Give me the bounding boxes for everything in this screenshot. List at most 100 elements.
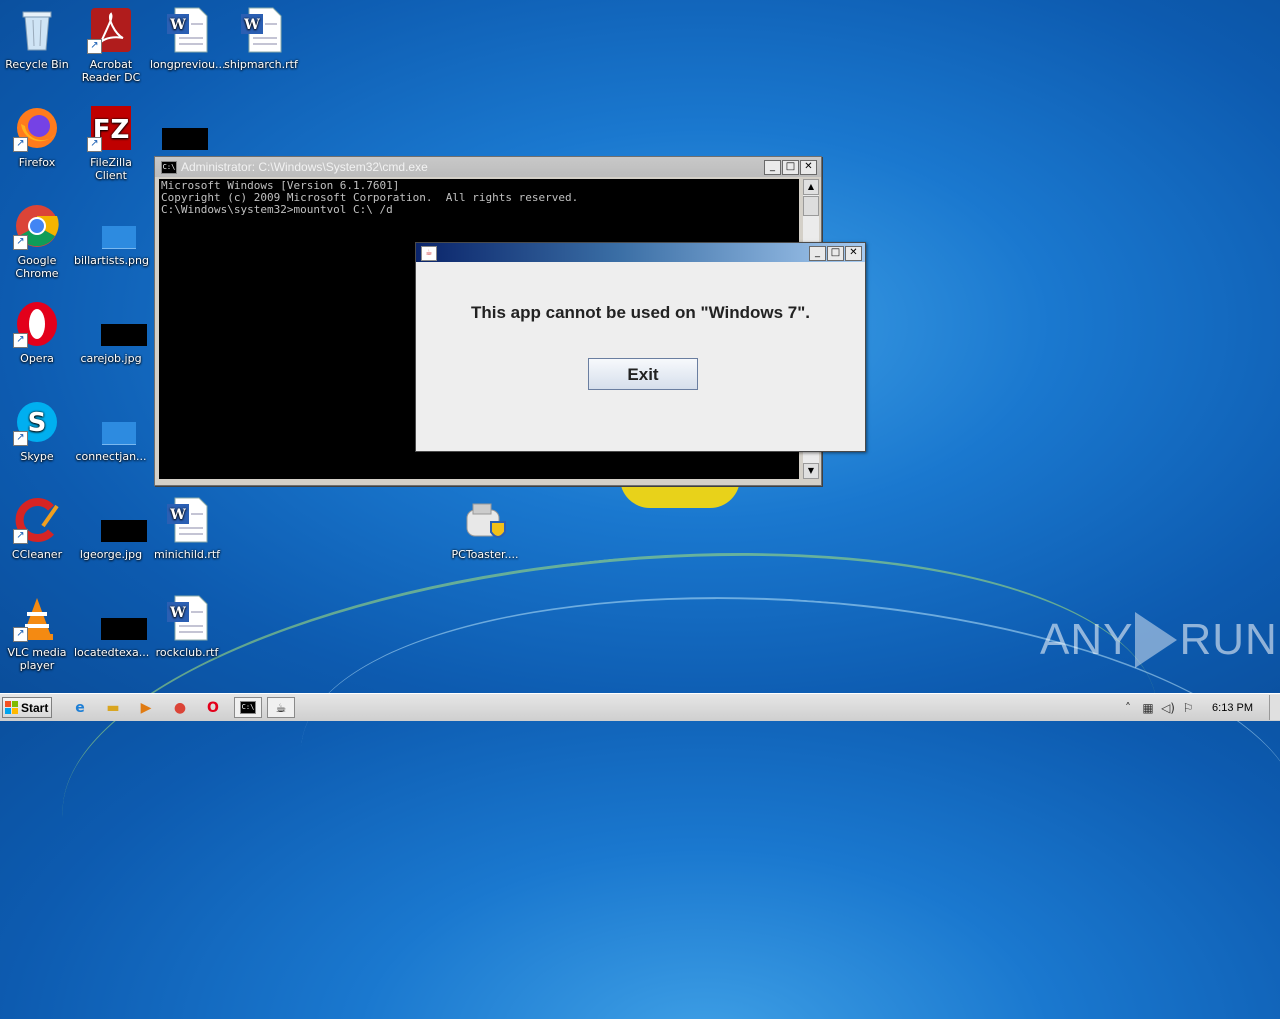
maximize-button[interactable]: □ [782, 160, 799, 175]
opera-icon: ↗ [13, 300, 61, 348]
desktop-icon-vlc[interactable]: ↗ VLC media player [0, 594, 74, 672]
wallpaper-swoosh [41, 503, 1179, 1019]
maximize-button[interactable]: □ [827, 246, 844, 261]
cmd-titlebar[interactable]: C:\ Administrator: C:\Windows\System32\c… [155, 157, 821, 177]
desktop-icon-connectjan[interactable]: connectjan... [74, 398, 148, 463]
pctoaster-icon [461, 496, 509, 544]
desktop-icon-billartists[interactable]: billartists.png [74, 202, 149, 267]
desktop-icon-longpreviou[interactable]: W longpreviou... [150, 6, 226, 71]
word-document-icon: W [163, 6, 211, 54]
start-button[interactable]: Start [2, 697, 52, 718]
desktop-icon-locatedtexa[interactable]: locatedtexa... [74, 594, 150, 659]
minimize-button[interactable]: _ [764, 160, 781, 175]
internet-explorer-icon[interactable]: e [68, 697, 92, 718]
shortcut-arrow-icon: ↗ [13, 431, 28, 446]
anyrun-watermark: ANY RUN [1040, 612, 1278, 668]
dialog-message: This app cannot be used on "Windows 7". [471, 303, 810, 322]
close-button[interactable]: ✕ [800, 160, 817, 175]
desktop-icon-pctoaster[interactable]: PCToaster.... [448, 496, 522, 561]
chrome-icon: ↗ [13, 202, 61, 250]
dialog-titlebar[interactable]: ☕ _ □ ✕ [416, 243, 865, 262]
desktop-icon-label: locatedtexa... [74, 646, 150, 659]
desktop-icon-label: minichild.rtf [153, 548, 221, 561]
desktop-icon-carejob[interactable]: carejob.jpg [74, 300, 148, 365]
redacted-icon [162, 128, 208, 150]
shortcut-arrow-icon: ↗ [13, 235, 28, 250]
svg-text:W: W [169, 17, 186, 33]
desktop-icon-ccleaner[interactable]: ↗ CCleaner [0, 496, 74, 561]
acrobat-icon: ↗ [87, 6, 135, 54]
taskbar: Start e ▬ ▶ ● O C:\ ☕ ˄ ▦ ◁) ⚐ 6:13 PM [0, 693, 1280, 721]
cmd-icon: C:\ [240, 701, 256, 714]
close-button[interactable]: ✕ [845, 246, 862, 261]
vlc-icon: ↗ [13, 594, 61, 642]
minimize-button[interactable]: _ [809, 246, 826, 261]
file-explorer-icon[interactable]: ▬ [101, 697, 125, 718]
desktop-icon-opera[interactable]: ↗ Opera [0, 300, 74, 365]
svg-text:S: S [28, 408, 47, 438]
desktop-icon-rockclub[interactable]: W rockclub.rtf [150, 594, 224, 659]
show-desktop-button[interactable] [1269, 695, 1280, 720]
desktop-icon-label: Firefox [18, 156, 56, 169]
java-dialog[interactable]: ☕ _ □ ✕ This app cannot be used on "Wind… [415, 242, 866, 452]
image-file-icon [87, 202, 136, 250]
desktop-icon-firefox[interactable]: ↗ Firefox [0, 104, 74, 169]
scroll-thumb[interactable] [803, 196, 819, 216]
desktop-icon-label: Acrobat Reader DC [81, 58, 141, 84]
skype-icon: S ↗ [13, 398, 61, 446]
watermark-text: ANY [1040, 615, 1134, 664]
volume-icon[interactable]: ◁) [1158, 701, 1178, 715]
exit-button[interactable]: Exit [588, 358, 698, 390]
desktop-icon-label: rockclub.rtf [155, 646, 219, 659]
desktop-icon-minichild[interactable]: W minichild.rtf [150, 496, 224, 561]
play-logo-icon [1135, 612, 1178, 668]
console-line: C:\Windows\system32>mountvol C:\ /d [161, 203, 393, 216]
firefox-icon: ↗ [13, 104, 61, 152]
start-label: Start [21, 700, 49, 715]
taskbar-clock[interactable]: 6:13 PM [1212, 702, 1253, 714]
java-taskbar-icon[interactable]: ☕ [267, 697, 295, 718]
cmd-window-title: Administrator: C:\Windows\System32\cmd.e… [181, 160, 428, 174]
desktop-icon-skype[interactable]: S ↗ Skype [0, 398, 74, 463]
desktop-icon-acrobat[interactable]: ↗ Acrobat Reader DC [74, 6, 148, 84]
desktop-icon-label: Google Chrome [15, 254, 59, 280]
desktop-icon-label: longpreviou... [150, 58, 226, 71]
desktop-icon-label: lgeorge.jpg [79, 548, 143, 561]
word-document-icon: W [163, 594, 211, 642]
svg-text:W: W [243, 17, 260, 33]
shortcut-arrow-icon: ↗ [13, 137, 28, 152]
network-icon[interactable]: ▦ [1138, 701, 1158, 715]
desktop-icon-shipmarch[interactable]: W shipmarch.rtf [224, 6, 298, 71]
cmd-taskbar-icon[interactable]: C:\ [234, 697, 262, 718]
ccleaner-icon: ↗ [13, 496, 61, 544]
opera-taskbar-icon[interactable]: O [201, 697, 225, 718]
desktop-icon-recycle-bin[interactable]: Recycle Bin [0, 6, 74, 71]
watermark-text: RUN [1179, 615, 1278, 664]
desktop-icon-label: Skype [20, 450, 54, 463]
java-icon: ☕ [421, 246, 437, 261]
svg-text:W: W [169, 507, 186, 523]
desktop-icon-label: PCToaster.... [451, 548, 519, 561]
action-center-flag-icon[interactable]: ⚐ [1178, 701, 1198, 715]
desktop-icon-lgeorge[interactable]: lgeorge.jpg [74, 496, 148, 561]
windows-logo-icon [5, 701, 18, 714]
shortcut-arrow-icon: ↗ [87, 39, 102, 54]
media-player-icon[interactable]: ▶ [134, 697, 158, 718]
desktop-icon-filezilla[interactable]: FZ ↗ FileZilla Client [74, 104, 148, 182]
desktop-icon-label: VLC media player [7, 646, 67, 672]
desktop-icon-chrome[interactable]: ↗ Google Chrome [0, 202, 74, 280]
system-tray: ˄ ▦ ◁) ⚐ 6:13 PM [1118, 694, 1280, 721]
cmd-icon: C:\ [161, 160, 177, 174]
shortcut-arrow-icon: ↗ [13, 529, 28, 544]
chrome-taskbar-icon[interactable]: ● [168, 697, 192, 718]
dialog-window-buttons: _ □ ✕ [809, 246, 862, 261]
show-hidden-icons-icon[interactable]: ˄ [1118, 701, 1138, 715]
desktop-icon-label: CCleaner [11, 548, 63, 561]
shortcut-arrow-icon: ↗ [13, 333, 28, 348]
cmd-window-buttons: _ □ ✕ [764, 160, 817, 175]
desktop-icon-label: Recycle Bin [5, 58, 69, 71]
scroll-down-arrow-icon[interactable]: ▼ [803, 463, 819, 479]
image-file-icon [87, 594, 147, 642]
image-file-icon [87, 398, 136, 446]
scroll-up-arrow-icon[interactable]: ▲ [803, 179, 819, 195]
